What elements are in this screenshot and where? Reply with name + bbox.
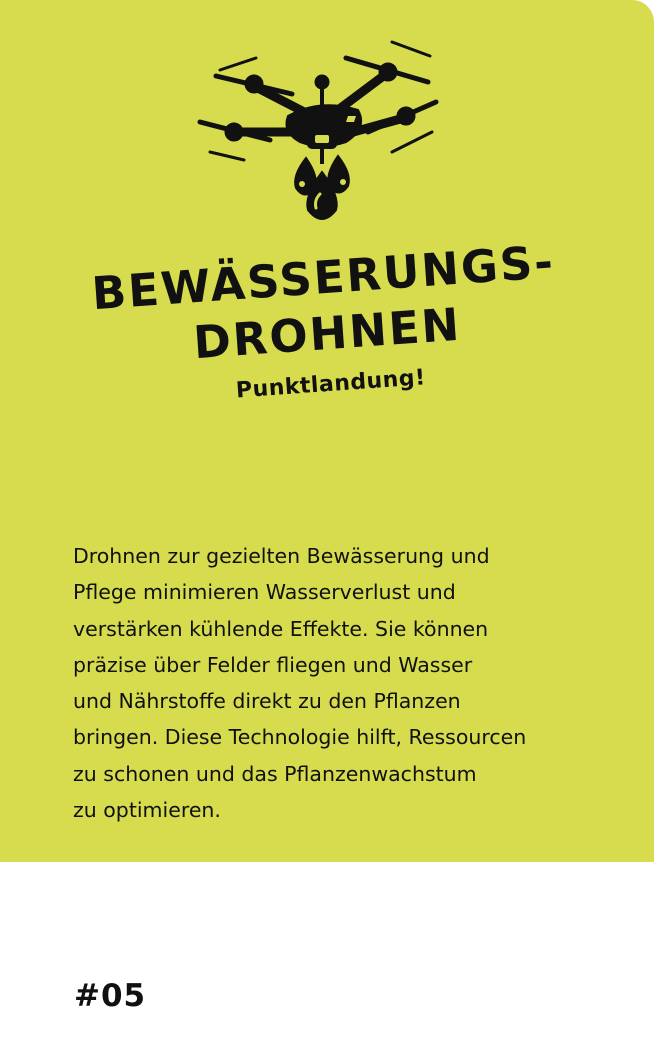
card-number: #05: [74, 978, 147, 1014]
card: BEWÄSSERUNGS- DROHNEN Punktlandung! Droh…: [0, 0, 654, 1058]
drone-icon: [197, 40, 439, 220]
card-panel: BEWÄSSERUNGS- DROHNEN Punktlandung! Droh…: [0, 0, 654, 862]
description-text: Drohnen zur gezielten Bewässerung und Pf…: [73, 544, 527, 823]
title-block: BEWÄSSERUNGS- DROHNEN Punktlandung!: [0, 227, 654, 419]
